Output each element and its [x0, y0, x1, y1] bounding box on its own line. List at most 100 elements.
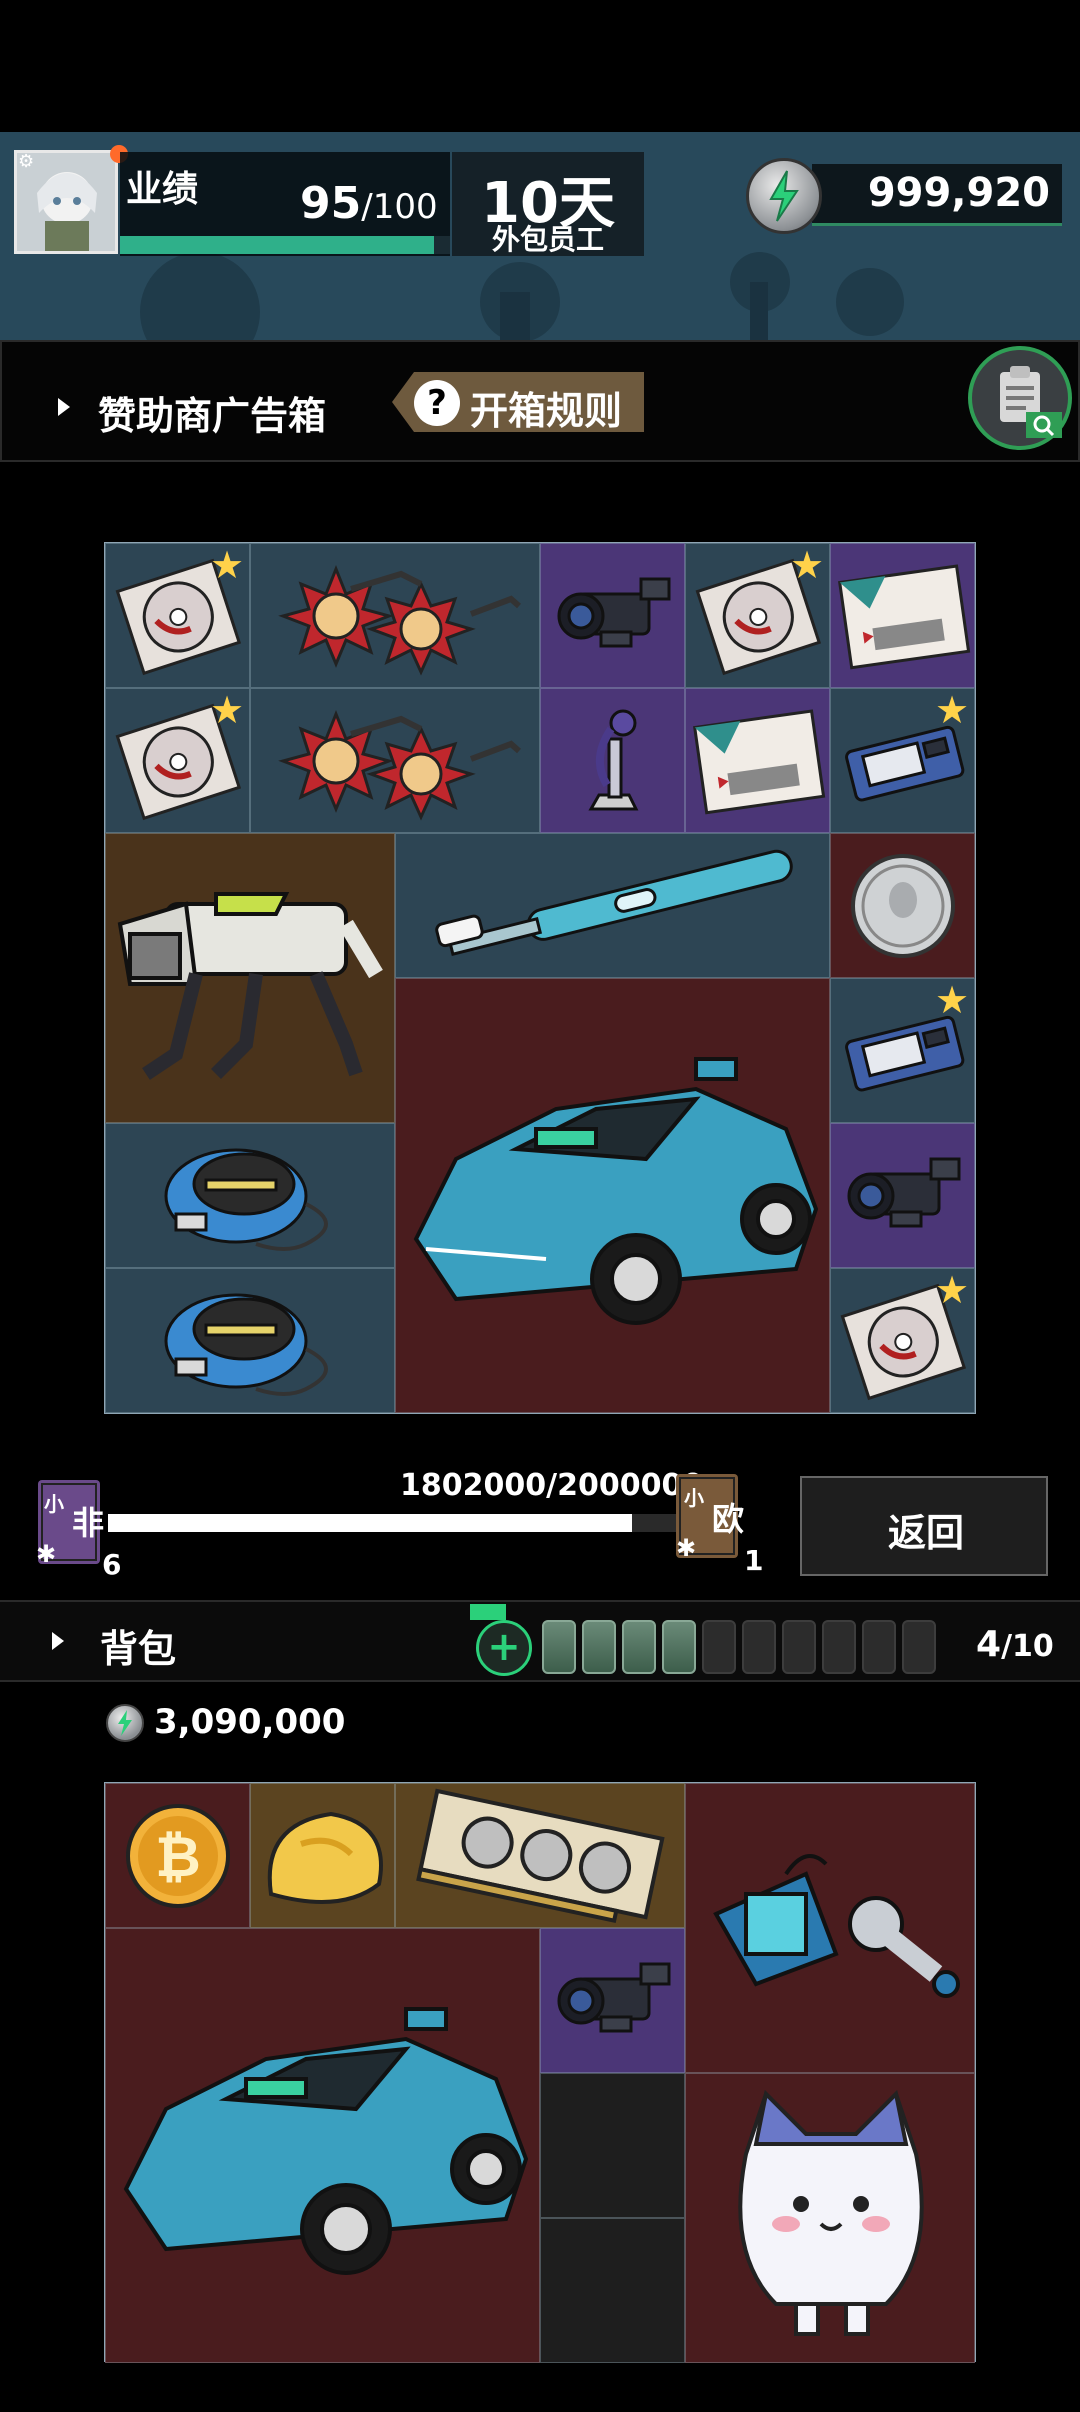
lightning-coin-icon: [106, 1704, 144, 1742]
box-slot-silver-coin[interactable]: [830, 833, 975, 978]
bag-slot-empty[interactable]: [540, 2073, 685, 2218]
luck-progress-fill: [108, 1514, 633, 1532]
luck-progress-text: 1802000/2000000: [400, 1468, 704, 1503]
box-slot-figure-trophy[interactable]: [540, 688, 685, 833]
battery-full-icon: [542, 1620, 576, 1674]
graphics-card-icon: [416, 1788, 665, 1923]
lightning-coin-icon: [746, 158, 822, 234]
bag-slot-cat-mascot[interactable]: [685, 2073, 975, 2363]
star-icon: ★: [210, 688, 245, 732]
box-slot-portable-cd-player[interactable]: [105, 1268, 395, 1413]
star-icon: ★: [935, 1268, 970, 1312]
battery-empty-icon: [822, 1620, 856, 1674]
battery-full-icon: [662, 1620, 696, 1674]
bag-slot-robot-arm[interactable]: [685, 1783, 975, 2073]
lucky-badge-small: 小: [684, 1486, 704, 1510]
box-slot-dvd-disc[interactable]: ★: [105, 688, 250, 833]
expand-triangle-icon: [58, 398, 70, 416]
performance-max: /100: [361, 187, 438, 227]
star-icon: ★: [790, 543, 825, 587]
camera-scope-icon: [847, 1157, 961, 1228]
box-slot-electric-toothbrush[interactable]: [395, 833, 830, 978]
postcard-icon: [693, 709, 826, 815]
coin-balance: 999,920: [867, 170, 1050, 216]
expand-triangle-icon: [52, 1632, 64, 1650]
box-slot-camera-scope[interactable]: [540, 543, 685, 688]
lucky-count: 1: [744, 1544, 764, 1577]
battery-empty-icon: [742, 1620, 776, 1674]
camera-scope-icon: [557, 1962, 671, 2033]
box-slot-postcard[interactable]: [685, 688, 830, 833]
performance-bar: [120, 236, 450, 254]
figure-trophy-icon: [588, 709, 639, 811]
box-slot-robot-dog[interactable]: [105, 833, 395, 1123]
star-icon: ★: [210, 543, 245, 587]
days-subtitle: 外包员工: [491, 223, 604, 256]
box-slot-portable-cd-player[interactable]: [105, 1123, 395, 1268]
robot-dog-icon: [117, 892, 383, 1080]
luck-progress-bar: [108, 1514, 690, 1532]
box-slot-memory-card[interactable]: ★: [830, 688, 975, 833]
bag-grid: ₿: [104, 1782, 976, 2363]
lucky-badge-text: 欧: [712, 1500, 745, 1538]
bag-slot-bitcoin-coin[interactable]: ₿: [105, 1783, 250, 1928]
sponsor-box-title: 赞助商广告箱: [98, 394, 327, 438]
bag-count-max: /10: [1001, 1629, 1054, 1664]
bitcoin-coin-icon: ₿: [126, 1804, 230, 1908]
box-slot-memory-card[interactable]: ★: [830, 978, 975, 1123]
bag-slot-bread-bun[interactable]: [250, 1783, 395, 1928]
box-slot-dvd-disc[interactable]: ★: [105, 543, 250, 688]
cat-mascot-icon: [738, 2089, 924, 2336]
box-rules-label[interactable]: 开箱规则: [470, 380, 622, 435]
box-slot-dvd-disc[interactable]: ★: [685, 543, 830, 688]
performance-label: 业绩: [126, 169, 199, 210]
question-icon: ?: [414, 380, 460, 426]
box-slot-camera-scope[interactable]: [830, 1123, 975, 1268]
unlucky-badge-small: 小: [44, 1492, 64, 1516]
battery-full-icon: [622, 1620, 656, 1674]
bag-slot-empty[interactable]: [540, 2218, 685, 2363]
bag-slot-sports-car[interactable]: [105, 1928, 540, 2363]
sun-glasses-icon: [278, 564, 521, 676]
box-slot-dvd-disc[interactable]: ★: [830, 1268, 975, 1413]
settings-gear-icon[interactable]: ⚙: [18, 152, 38, 172]
electric-toothbrush-icon: [435, 849, 793, 956]
return-button[interactable]: 返回: [800, 1476, 1048, 1576]
puzzle-icon: ✱: [676, 1534, 697, 1562]
box-slot-sun-glasses[interactable]: [250, 543, 540, 688]
return-button-label[interactable]: 返回: [802, 1502, 1050, 1557]
sponsor-box-grid: ★ ★ ★ ★ ★ ★: [104, 542, 976, 1414]
performance-bar-fill: [120, 236, 434, 254]
bag-slot-camera-scope[interactable]: [540, 1928, 685, 2073]
video-ad-icon: [470, 1604, 506, 1620]
performance-value: 95/100: [300, 178, 438, 229]
unlucky-badge-text: 非: [72, 1504, 105, 1542]
performance-current: 95: [300, 178, 362, 229]
bag-capacity-count: 4/10: [976, 1624, 1054, 1665]
battery-full-icon: [582, 1620, 616, 1674]
puzzle-icon: ✱: [36, 1540, 57, 1568]
bag-title: 背包: [100, 1627, 177, 1671]
silver-coin-icon: [851, 854, 955, 958]
bag-money: 3,090,000: [154, 1702, 346, 1742]
svg-text:₿: ₿: [155, 1825, 201, 1890]
sports-car-icon: [123, 2007, 529, 2275]
star-icon: ★: [935, 688, 970, 732]
add-capacity-button[interactable]: +: [476, 1620, 532, 1676]
box-slot-sports-car[interactable]: [395, 978, 830, 1413]
battery-empty-icon: [862, 1620, 896, 1674]
portable-cd-player-icon: [164, 1293, 328, 1396]
sports-car-icon: [413, 1057, 819, 1325]
sun-glasses-icon: [278, 709, 521, 821]
box-slot-postcard[interactable]: [830, 543, 975, 688]
battery-empty-icon: [702, 1620, 736, 1674]
portable-cd-player-icon: [164, 1148, 328, 1251]
postcard-icon: [838, 564, 971, 670]
battery-empty-icon: [782, 1620, 816, 1674]
box-slot-sun-glasses[interactable]: [250, 688, 540, 833]
bag-slot-graphics-card[interactable]: [395, 1783, 685, 1928]
camera-scope-icon: [557, 577, 671, 648]
star-icon: ★: [935, 978, 970, 1022]
battery-empty-icon: [902, 1620, 936, 1674]
clipboard-search-button[interactable]: [968, 346, 1072, 450]
